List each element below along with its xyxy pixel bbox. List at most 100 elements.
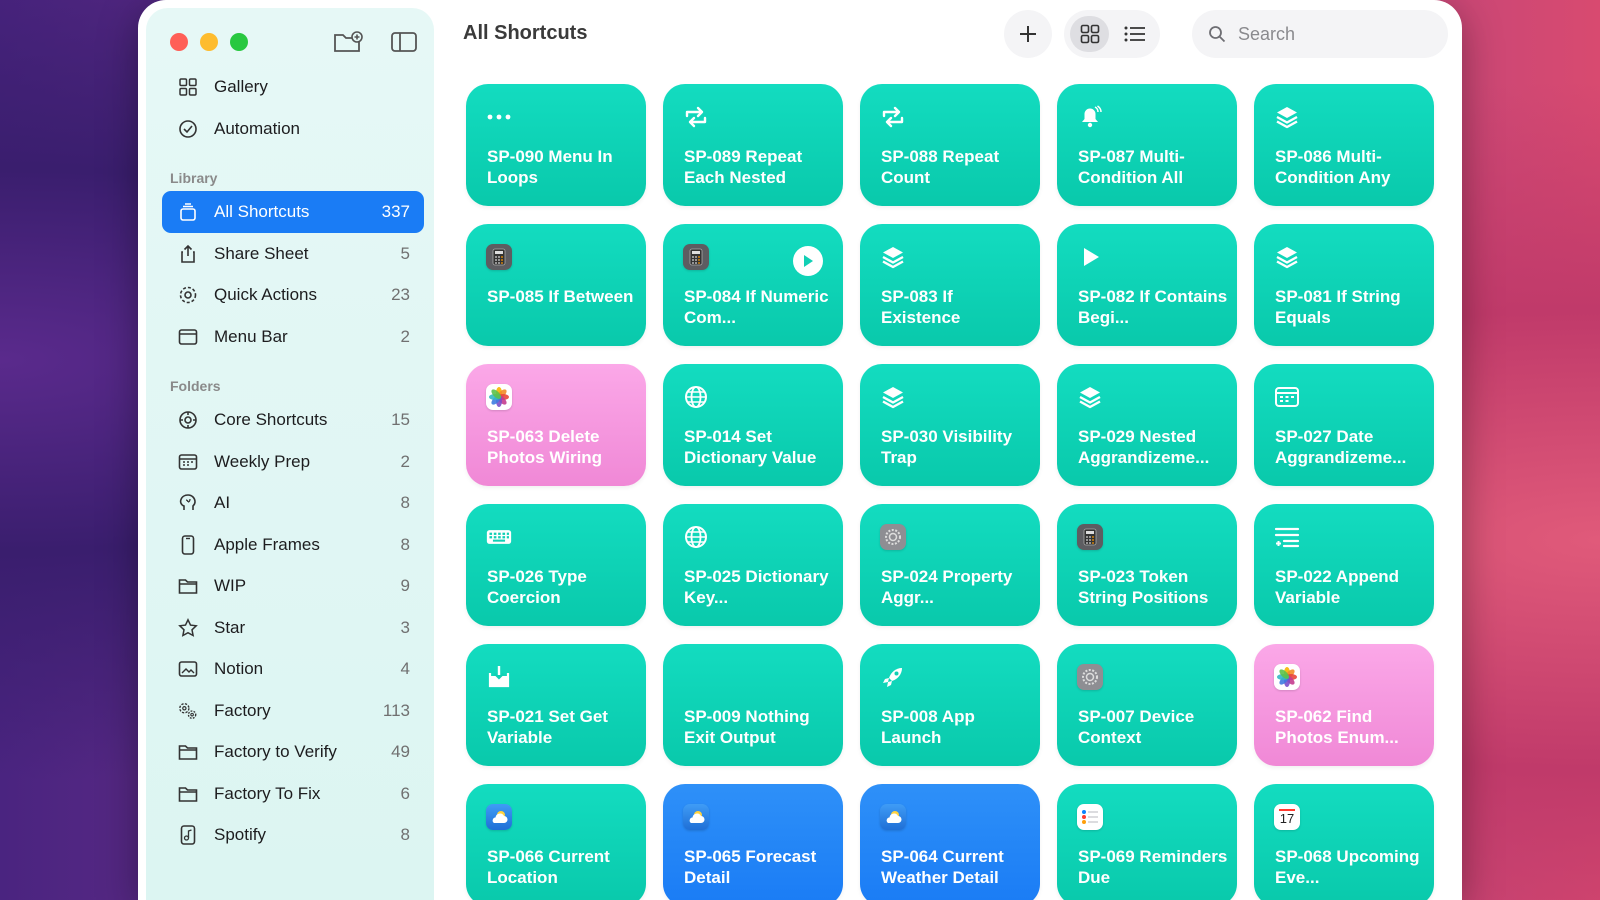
repeat-icon [683,104,709,130]
grid-view-button[interactable] [1070,16,1109,52]
shortcut-tile[interactable]: SP-083 If Existence [860,224,1040,346]
sidebar-item-ai[interactable]: AI 8 [162,482,424,524]
shortcut-name: SP-069 Reminders Due [1078,847,1228,887]
star-icon [178,617,198,638]
shortcut-tile[interactable]: SP-030 Visibility Trap [860,364,1040,486]
sidebar-item-label: Quick Actions [214,285,317,304]
shortcut-tile[interactable]: SP-007 Device Context [1057,644,1237,766]
shortcut-tile[interactable]: SP-084 If Numeric Com... [663,224,843,346]
sidebar-item-count: 5 [400,243,410,263]
sidebar-item-star[interactable]: Star 3 [162,607,424,649]
gear-badge-icon [178,410,198,430]
shortcut-tile[interactable]: SP-085 If Between [466,224,646,346]
shortcut-tile[interactable]: SP-064 Current Weather Detail [860,784,1040,900]
shortcut-name: SP-082 If Contains Begi... [1078,287,1228,327]
sidebar-item-count: 15 [391,410,410,429]
calculator-icon [683,244,709,270]
shortcut-tile[interactable]: SP-088 Repeat Count [860,84,1040,206]
folder-icon [178,742,198,762]
sidebar-item-label: Weekly Prep [214,451,311,471]
shortcut-tile[interactable]: SP-008 App Launch [860,644,1040,766]
shortcut-tile[interactable]: SP-021 Set Get Variable [466,644,646,766]
shortcut-tile[interactable]: SP-024 Property Aggr... [860,504,1040,626]
shortcut-tile[interactable]: SP-026 Type Coercion [466,504,646,626]
weather-icon [880,804,906,830]
shortcut-tile[interactable]: SP-023 Token String Positions [1057,504,1237,626]
calendar-icon [1274,384,1300,410]
grid-icon [1080,24,1099,44]
shortcut-tile[interactable]: SP-009 Nothing Exit Output [663,644,843,766]
shortcut-tile[interactable]: SP-027 Date Aggrandizeme... [1254,364,1434,486]
close-window-button[interactable] [170,33,188,51]
shortcut-tile[interactable]: SP-086 Multi-Condition Any [1254,84,1434,206]
sidebar-item-label: All Shortcuts [214,202,310,221]
shortcut-tile[interactable]: SP-014 Set Dictionary Value [663,364,843,486]
shortcut-name: SP-025 Dictionary Key... [684,567,829,607]
sidebar-item-share-sheet[interactable]: Share Sheet 5 [162,233,424,275]
search-icon [1209,26,1226,43]
sidebar-item-label: Factory To Fix [214,783,321,803]
sidebar-item-spotify[interactable]: Spotify 8 [162,814,424,856]
run-shortcut-button[interactable] [793,246,823,276]
library-section-header: Library [170,170,218,186]
shortcut-name: SP-023 Token String Positions [1078,567,1209,607]
shortcut-name: SP-021 Set Get Variable [487,707,608,747]
minimize-window-button[interactable] [200,33,218,51]
shortcut-tile[interactable]: SP-062 Find Photos Enum... [1254,644,1434,766]
list-add-icon [1274,524,1300,550]
weather-icon [683,804,709,830]
sidebar-item-count: 9 [400,576,410,595]
gear-icon [178,285,198,305]
shortcut-tile[interactable]: SP-065 Forecast Detail [663,784,843,900]
shortcut-tile[interactable]: SP-029 Nested Aggrandizeme... [1057,364,1237,486]
shortcut-tile[interactable]: SP-022 Append Variable [1254,504,1434,626]
sidebar-item-count: 4 [400,659,410,678]
layers-icon [1274,244,1300,270]
list-view-button[interactable] [1115,16,1154,52]
zoom-window-button[interactable] [230,33,248,51]
sidebar-item-label: Spotify [214,825,266,844]
shortcut-tile[interactable]: SP-082 If Contains Begi... [1057,224,1237,346]
sidebar-item-wip[interactable]: WIP 9 [162,565,424,607]
sidebar-item-apple-frames[interactable]: Apple Frames 8 [162,524,424,566]
shortcut-name: SP-065 Forecast Detail [684,847,817,887]
sidebar-item-automation[interactable]: Automation [162,108,424,150]
sidebar-item-gallery[interactable]: Gallery [162,66,424,108]
sidebar-item-factory-to-verify[interactable]: Factory to Verify 49 [162,731,424,773]
sidebar-item-core-shortcuts[interactable]: Core Shortcuts 15 [162,399,424,441]
sidebar-item-quick-actions[interactable]: Quick Actions 23 [162,274,424,316]
shortcut-tile[interactable]: SP-087 Multi-Condition All [1057,84,1237,206]
rocket-icon [880,664,906,690]
shortcut-name: SP-007 Device Context [1078,707,1195,747]
search-field[interactable] [1192,10,1448,58]
shortcut-tile[interactable]: SP-081 If String Equals [1254,224,1434,346]
sidebar-item-factory[interactable]: Factory 113 [162,690,424,732]
sidebar-item-notion[interactable]: Notion 4 [162,648,424,690]
layers-icon [880,244,906,270]
shortcut-tile[interactable]: SP-025 Dictionary Key... [663,504,843,626]
gears-icon [178,701,198,721]
shortcut-tile[interactable]: 17 SP-068 Upcoming Eve... [1254,784,1434,900]
shortcut-name: SP-014 Set Dictionary Value [684,427,817,467]
shortcut-tile[interactable]: SP-063 Delete Photos Wiring [466,364,646,486]
shortcut-tile[interactable]: SP-090 Menu In Loops [466,84,646,206]
shortcut-tile[interactable]: SP-066 Current Location [466,784,646,900]
add-shortcut-button[interactable] [1004,10,1052,58]
grid-icon [178,77,198,97]
new-folder-button[interactable] [332,28,364,56]
toggle-sidebar-button[interactable] [388,28,420,56]
music-icon [178,825,198,845]
sidebar-item-factory-to-fix[interactable]: Factory To Fix 6 [162,773,424,815]
shortcut-name: SP-029 Nested Aggrandizeme... [1078,427,1210,467]
sidebar-item-menu-bar[interactable]: Menu Bar 2 [162,316,424,358]
sidebar-item-count: 49 [391,742,410,761]
sidebar-item-weekly-prep[interactable]: Weekly Prep 2 [162,441,424,483]
shortcut-name: SP-089 Repeat Each Nested [684,147,803,187]
shortcut-tile[interactable]: SP-089 Repeat Each Nested [663,84,843,206]
shortcut-tile[interactable]: SP-069 Reminders Due [1057,784,1237,900]
plus-icon [1020,26,1036,42]
sidebar-item-all-shortcuts[interactable]: All Shortcuts 337 [162,191,424,233]
search-input[interactable] [1238,23,1428,45]
sidebar-item-label: Core Shortcuts [214,410,328,429]
sidebar-item-count: 113 [382,700,410,720]
